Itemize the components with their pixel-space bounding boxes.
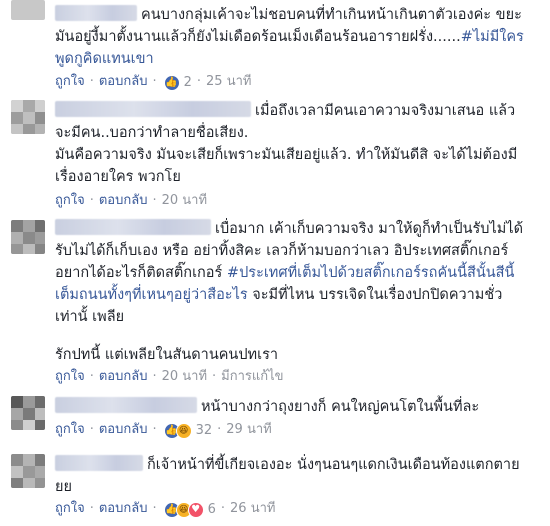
- timestamp[interactable]: 20 นาที: [162, 369, 207, 384]
- comment-actions: ถูกใจ · ตอบกลับ · 👍 😆 32 · 29 นาที: [55, 422, 272, 440]
- comment-actions: ถูกใจ · ตอบกลับ · 👍 2 · 25 นาที: [55, 74, 252, 92]
- reaction-summary[interactable]: 👍 😆 ♥ 6: [163, 501, 216, 519]
- like-link[interactable]: ถูกใจ: [55, 501, 85, 516]
- comment-5: ก็เจ้าหน้าที่ขี้เกียจเองอะ นั่งๆนอนๆแดกเ…: [0, 450, 550, 526]
- timestamp[interactable]: 26 นาที: [230, 501, 275, 516]
- hashtag-link[interactable]: #ประเทศที่เต็มไปด้วยสติ๊กเกอร์รถคันนี้สี…: [227, 265, 515, 281]
- like-icon: 👍: [163, 75, 180, 91]
- avatar[interactable]: [11, 100, 45, 134]
- hashtag-link-continued[interactable]: พูดกูคิดแทนเขา: [55, 48, 542, 70]
- avatar[interactable]: [11, 220, 45, 254]
- comment-text: เมื่อถึงเวลามีคนเอาความจริงมาเสนอ แล้ว จ…: [55, 101, 518, 185]
- comment-actions: ถูกใจ · ตอบกลับ · 20 นาที · มีการแก้ไข: [55, 369, 284, 384]
- reply-link[interactable]: ตอบกลับ: [99, 74, 148, 89]
- like-link[interactable]: ถูกใจ: [55, 422, 85, 437]
- commenter-name[interactable]: [55, 455, 143, 471]
- hashtag-link[interactable]: #ไม่มีใคร: [461, 29, 524, 45]
- timestamp[interactable]: 25 นาที: [206, 74, 251, 89]
- love-icon: ♥: [187, 502, 204, 518]
- commenter-name[interactable]: [55, 5, 137, 21]
- timestamp[interactable]: 29 นาที: [226, 422, 271, 437]
- avatar[interactable]: [11, 454, 45, 488]
- avatar[interactable]: [11, 0, 45, 20]
- commenter-name[interactable]: [55, 101, 251, 117]
- comment-text: ก็เจ้าหน้าที่ขี้เกียจเองอะ นั่งๆนอนๆแดกเ…: [55, 455, 520, 495]
- comment-text: เบื่อมาก เค้าเก็บความจริง มาให้ดูก็ทำเป็…: [55, 219, 524, 363]
- comment-actions: ถูกใจ · ตอบกลับ · 20 นาที: [55, 193, 208, 208]
- comment-text: คนบางกลุ่มเค้าจะไม่ชอบคนที่ทำเกินหน้าเกิ…: [55, 4, 542, 70]
- reply-link[interactable]: ตอบกลับ: [99, 501, 148, 516]
- reply-link[interactable]: ตอบกลับ: [99, 369, 148, 384]
- comment-text: หน้าบางกว่าถุงยางก็ คนใหญ่คนโตในพื้นที่ล…: [55, 396, 542, 418]
- avatar[interactable]: [11, 396, 45, 430]
- like-link[interactable]: ถูกใจ: [55, 74, 85, 89]
- reply-link[interactable]: ตอบกลับ: [99, 422, 148, 437]
- comment-4: หน้าบางกว่าถุงยางก็ คนใหญ่คนโตในพื้นที่ล…: [0, 392, 550, 444]
- commenter-name[interactable]: [55, 397, 197, 413]
- hashtag-link-continued[interactable]: เต็มถนนทั้งๆที่เหนๆอยู่ว่าสือะไร: [55, 287, 248, 303]
- comment-2: เมื่อถึงเวลามีคนเอาความจริงมาเสนอ แล้ว จ…: [0, 96, 550, 214]
- edited-label[interactable]: มีการแก้ไข: [221, 369, 283, 384]
- reaction-summary[interactable]: 👍 😆 32: [163, 422, 212, 440]
- reaction-summary[interactable]: 👍 2: [163, 74, 192, 92]
- haha-icon: 😆: [175, 423, 192, 439]
- like-link[interactable]: ถูกใจ: [55, 369, 85, 384]
- comment-actions: ถูกใจ · ตอบกลับ · 👍 😆 ♥ 6 · 26 นาที: [55, 501, 276, 519]
- timestamp[interactable]: 20 นาที: [162, 193, 207, 208]
- commenter-name[interactable]: [55, 219, 211, 235]
- comment-3: เบื่อมาก เค้าเก็บความจริง มาให้ดูก็ทำเป็…: [0, 214, 550, 384]
- like-link[interactable]: ถูกใจ: [55, 193, 85, 208]
- comment-1: คนบางกลุ่มเค้าจะไม่ชอบคนที่ทำเกินหน้าเกิ…: [0, 0, 550, 96]
- reply-link[interactable]: ตอบกลับ: [99, 193, 148, 208]
